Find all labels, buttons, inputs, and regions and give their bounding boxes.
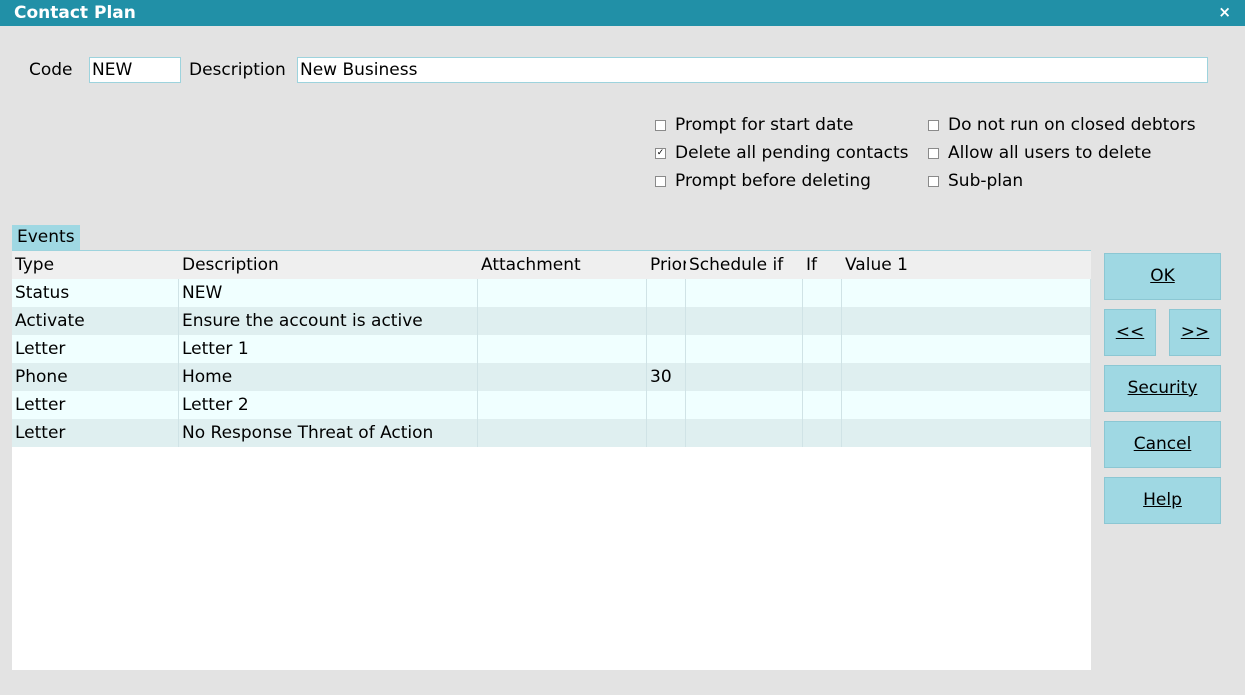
- table-cell[interactable]: [842, 363, 1091, 391]
- table-row[interactable]: Letter No Response Threat of Action: [12, 419, 1091, 447]
- table-cell[interactable]: [686, 391, 803, 419]
- table-cell[interactable]: Letter 2: [179, 391, 478, 419]
- table-cell[interactable]: [647, 335, 686, 363]
- option-delete-pending[interactable]: ✓ Delete all pending contacts: [655, 143, 909, 163]
- table-cell[interactable]: [686, 307, 803, 335]
- option-allow-users-delete[interactable]: Allow all users to delete: [928, 143, 1151, 163]
- table-row[interactable]: Phone Home 30: [12, 363, 1091, 391]
- table-cell[interactable]: Activate: [12, 307, 179, 335]
- table-row[interactable]: Activate Ensure the account is active: [12, 307, 1091, 335]
- table-cell[interactable]: Status: [12, 279, 179, 307]
- table-header: Type Description Attachment Prior Schedu…: [12, 251, 1091, 279]
- description-field[interactable]: [297, 57, 1208, 83]
- table-cell[interactable]: [647, 419, 686, 447]
- previous-button[interactable]: <<: [1104, 309, 1156, 356]
- table-cell[interactable]: Phone: [12, 363, 179, 391]
- table-cell[interactable]: [686, 419, 803, 447]
- table-cell[interactable]: [803, 363, 842, 391]
- table-cell[interactable]: 30: [647, 363, 686, 391]
- option-prompt-start-date[interactable]: Prompt for start date: [655, 115, 854, 135]
- table-cell[interactable]: No Response Threat of Action: [179, 419, 478, 447]
- checkbox-4[interactable]: [928, 147, 939, 159]
- table-cell[interactable]: [478, 307, 647, 335]
- checkbox-0[interactable]: [655, 119, 666, 131]
- description-label: Description: [189, 60, 286, 80]
- column-header[interactable]: Description: [179, 251, 478, 279]
- help-button[interactable]: Help: [1104, 477, 1221, 524]
- table-cell[interactable]: [842, 335, 1091, 363]
- table-cell[interactable]: [803, 335, 842, 363]
- column-header[interactable]: Schedule if: [686, 251, 803, 279]
- cancel-button[interactable]: Cancel: [1104, 421, 1221, 468]
- table-cell[interactable]: [803, 391, 842, 419]
- previous-label: <<: [1115, 322, 1145, 342]
- table-cell[interactable]: [803, 419, 842, 447]
- security-button[interactable]: Security: [1104, 365, 1221, 412]
- option-label: Allow all users to delete: [948, 143, 1152, 163]
- option-label: Sub-plan: [948, 171, 1024, 191]
- option-label: Do not run on closed debtors: [948, 115, 1196, 135]
- table-cell[interactable]: [842, 391, 1091, 419]
- table-cell[interactable]: Letter: [12, 419, 179, 447]
- option-label: Prompt before deleting: [675, 171, 871, 191]
- checkbox-3[interactable]: [928, 119, 939, 131]
- ok-button[interactable]: OK: [1104, 253, 1221, 300]
- table-cell[interactable]: Ensure the account is active: [179, 307, 478, 335]
- close-icon[interactable]: ×: [1218, 3, 1231, 21]
- option-sub-plan[interactable]: Sub-plan: [928, 171, 1023, 191]
- option-not-closed-debtors[interactable]: Do not run on closed debtors: [928, 115, 1196, 135]
- checkbox-2[interactable]: [655, 175, 666, 187]
- next-label: >>: [1180, 322, 1210, 342]
- table-cell[interactable]: [478, 391, 647, 419]
- table-cell[interactable]: [803, 279, 842, 307]
- table-body: Status NEW Activate Ensure the account is a…: [12, 279, 1091, 447]
- table-cell[interactable]: [842, 279, 1091, 307]
- checkbox-1[interactable]: ✓: [655, 147, 666, 159]
- table-cell[interactable]: Letter: [12, 335, 179, 363]
- table-cell[interactable]: [478, 335, 647, 363]
- table-cell[interactable]: [478, 363, 647, 391]
- ok-label: OK: [1150, 266, 1175, 286]
- table-cell[interactable]: [647, 279, 686, 307]
- title-bar: Contact Plan ×: [0, 0, 1245, 26]
- column-header[interactable]: Value 1: [842, 251, 1091, 279]
- table-cell[interactable]: [647, 391, 686, 419]
- column-header[interactable]: If: [803, 251, 842, 279]
- table-cell[interactable]: Home: [179, 363, 478, 391]
- option-prompt-before-deleting[interactable]: Prompt before deleting: [655, 171, 871, 191]
- table-cell[interactable]: Letter: [12, 391, 179, 419]
- column-header[interactable]: Prior: [647, 251, 686, 279]
- table-cell[interactable]: [686, 279, 803, 307]
- table-row[interactable]: Letter Letter 2: [12, 391, 1091, 419]
- table-cell[interactable]: [803, 307, 842, 335]
- table-cell[interactable]: [478, 419, 647, 447]
- table-cell[interactable]: NEW: [179, 279, 478, 307]
- option-label: Delete all pending contacts: [675, 143, 909, 163]
- column-header[interactable]: Type: [12, 251, 179, 279]
- table-cell[interactable]: [478, 279, 647, 307]
- table-row[interactable]: Status NEW: [12, 279, 1091, 307]
- cancel-label: Cancel: [1133, 434, 1192, 454]
- tab-events[interactable]: Events: [12, 225, 80, 250]
- code-label: Code: [29, 60, 73, 80]
- table-cell[interactable]: [686, 335, 803, 363]
- option-label: Prompt for start date: [675, 115, 854, 135]
- code-field[interactable]: [89, 57, 181, 83]
- table-row[interactable]: Letter Letter 1: [12, 335, 1091, 363]
- checkbox-5[interactable]: [928, 175, 939, 187]
- table-cell[interactable]: [842, 419, 1091, 447]
- table-cell[interactable]: [842, 307, 1091, 335]
- column-header[interactable]: Attachment: [478, 251, 647, 279]
- table-cell[interactable]: [686, 363, 803, 391]
- window-title: Contact Plan: [14, 3, 136, 23]
- next-button[interactable]: >>: [1169, 309, 1221, 356]
- table-cell[interactable]: [647, 307, 686, 335]
- help-label: Help: [1143, 490, 1182, 510]
- events-table: Type Description Attachment Prior Schedu…: [12, 250, 1091, 670]
- table-cell[interactable]: Letter 1: [179, 335, 478, 363]
- security-label: Security: [1127, 378, 1198, 398]
